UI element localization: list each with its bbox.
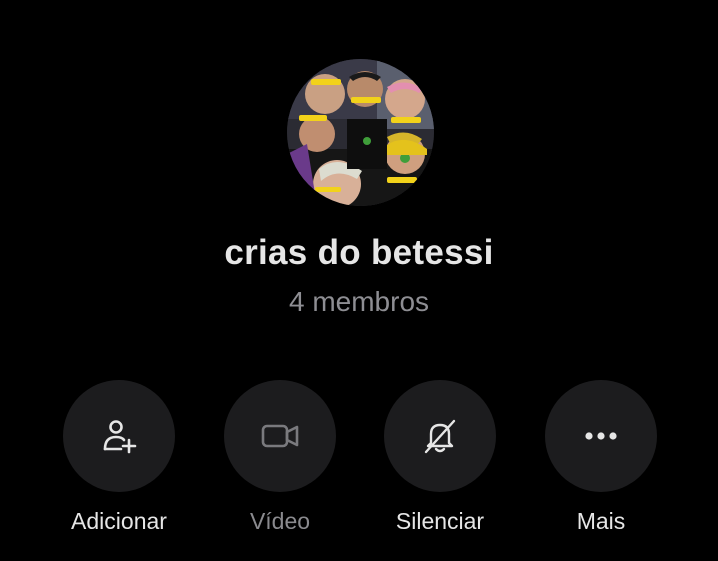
- more-action[interactable]: Mais: [526, 380, 676, 535]
- group-name: crias do betessi: [224, 233, 494, 272]
- video-button[interactable]: [224, 380, 336, 492]
- group-avatar[interactable]: [287, 59, 434, 206]
- action-bar: Adicionar Vídeo Silenciar Mais: [0, 380, 718, 540]
- mute-label: Silenciar: [395, 508, 485, 534]
- group-photo: [287, 59, 434, 206]
- video-label: Vídeo: [249, 508, 311, 534]
- video-camera-icon: [261, 424, 299, 448]
- mute-button[interactable]: [384, 380, 496, 492]
- add-member-button[interactable]: [63, 380, 175, 492]
- mute-action[interactable]: Silenciar: [365, 380, 515, 535]
- more-button[interactable]: [545, 380, 657, 492]
- video-action[interactable]: Vídeo: [205, 380, 355, 535]
- more-dots-icon: [585, 432, 617, 440]
- add-member-action[interactable]: Adicionar: [44, 380, 194, 535]
- add-member-label: Adicionar: [71, 508, 167, 534]
- bell-off-icon: [424, 419, 456, 454]
- member-count[interactable]: 4 membros: [0, 286, 718, 318]
- group-info-screen: crias do betessi 4 membros Adicionar Víd…: [0, 0, 718, 561]
- add-person-icon: [103, 420, 137, 454]
- more-label: Mais: [576, 508, 626, 534]
